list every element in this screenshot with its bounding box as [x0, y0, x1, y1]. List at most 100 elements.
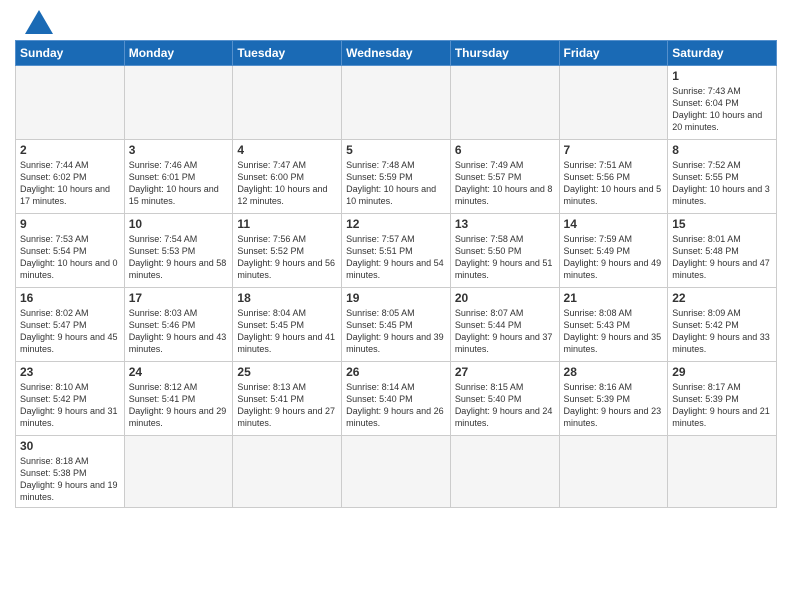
calendar-cell: [450, 66, 559, 140]
logo-area: [15, 10, 53, 34]
calendar-week-row: 30 Sunrise: 8:18 AM Sunset: 5:38 PM Dayli…: [16, 436, 777, 508]
day-number: 17: [129, 291, 229, 305]
calendar-cell: 5Sunrise: 7:48 AM Sunset: 5:59 PM Daylig…: [342, 140, 451, 214]
day-info: Sunrise: 8:14 AM Sunset: 5:40 PM Dayligh…: [346, 381, 446, 430]
calendar-cell: 8 Sunrise: 7:52 AM Sunset: 5:55 PM Daylig…: [668, 140, 777, 214]
day-info: Sunrise: 7:54 AM Sunset: 5:53 PM Dayligh…: [129, 233, 229, 282]
header-tuesday: Tuesday: [233, 41, 342, 66]
day-info: Sunrise: 7:58 AM Sunset: 5:50 PM Dayligh…: [455, 233, 555, 282]
day-number: 29: [672, 365, 772, 379]
day-number: 6: [455, 143, 555, 157]
header-sunday: Sunday: [16, 41, 125, 66]
calendar-cell: [342, 66, 451, 140]
day-number: 20: [455, 291, 555, 305]
calendar-cell: 13 Sunrise: 7:58 AM Sunset: 5:50 PM Dayli…: [450, 214, 559, 288]
day-number: 27: [455, 365, 555, 379]
calendar-cell: 14 Sunrise: 7:59 AM Sunset: 5:49 PM Dayli…: [559, 214, 668, 288]
calendar-header-row: SundayMondayTuesdayWednesdayThursdayFrid…: [16, 41, 777, 66]
day-number: 18: [237, 291, 337, 305]
day-number: 21: [564, 291, 664, 305]
day-number: 14: [564, 217, 664, 231]
day-number: 10: [129, 217, 229, 231]
calendar-cell: [124, 436, 233, 508]
day-info: Sunrise: 8:01 AM Sunset: 5:48 PM Dayligh…: [672, 233, 772, 282]
day-number: 22: [672, 291, 772, 305]
calendar-cell: 2Sunrise: 7:44 AM Sunset: 6:02 PM Daylig…: [16, 140, 125, 214]
calendar-cell: 30 Sunrise: 8:18 AM Sunset: 5:38 PM Dayli…: [16, 436, 125, 508]
calendar-cell: 16 Sunrise: 8:02 AM Sunset: 5:47 PM Dayli…: [16, 288, 125, 362]
calendar-cell: 26 Sunrise: 8:14 AM Sunset: 5:40 PM Dayli…: [342, 362, 451, 436]
day-info: Sunrise: 8:02 AM Sunset: 5:47 PM Dayligh…: [20, 307, 120, 356]
calendar-cell: 18 Sunrise: 8:04 AM Sunset: 5:45 PM Dayli…: [233, 288, 342, 362]
calendar-cell: 7Sunrise: 7:51 AM Sunset: 5:56 PM Daylig…: [559, 140, 668, 214]
day-number: 26: [346, 365, 446, 379]
logo: [15, 10, 53, 34]
calendar-cell: [124, 66, 233, 140]
day-info: Sunrise: 7:51 AM Sunset: 5:56 PM Dayligh…: [564, 159, 664, 208]
day-info: Sunrise: 7:47 AM Sunset: 6:00 PM Dayligh…: [237, 159, 337, 208]
calendar-week-row: 23Sunrise: 8:10 AM Sunset: 5:42 PM Dayli…: [16, 362, 777, 436]
day-info: Sunrise: 8:03 AM Sunset: 5:46 PM Dayligh…: [129, 307, 229, 356]
header-monday: Monday: [124, 41, 233, 66]
day-info: Sunrise: 7:57 AM Sunset: 5:51 PM Dayligh…: [346, 233, 446, 282]
calendar-cell: 10 Sunrise: 7:54 AM Sunset: 5:53 PM Dayli…: [124, 214, 233, 288]
day-number: 13: [455, 217, 555, 231]
calendar-cell: [668, 436, 777, 508]
calendar-cell: [559, 436, 668, 508]
calendar-cell: 17 Sunrise: 8:03 AM Sunset: 5:46 PM Dayli…: [124, 288, 233, 362]
day-info: Sunrise: 8:16 AM Sunset: 5:39 PM Dayligh…: [564, 381, 664, 430]
calendar-cell: 12 Sunrise: 7:57 AM Sunset: 5:51 PM Dayli…: [342, 214, 451, 288]
calendar-cell: 25 Sunrise: 8:13 AM Sunset: 5:41 PM Dayli…: [233, 362, 342, 436]
calendar-cell: 6Sunrise: 7:49 AM Sunset: 5:57 PM Daylig…: [450, 140, 559, 214]
day-number: 8: [672, 143, 772, 157]
day-info: Sunrise: 8:15 AM Sunset: 5:40 PM Dayligh…: [455, 381, 555, 430]
day-info: Sunrise: 7:43 AM Sunset: 6:04 PM Dayligh…: [672, 85, 772, 134]
day-info: Sunrise: 8:17 AM Sunset: 5:39 PM Dayligh…: [672, 381, 772, 430]
day-info: Sunrise: 7:56 AM Sunset: 5:52 PM Dayligh…: [237, 233, 337, 282]
calendar-cell: 19 Sunrise: 8:05 AM Sunset: 5:45 PM Dayli…: [342, 288, 451, 362]
day-number: 9: [20, 217, 120, 231]
calendar-week-row: 1Sunrise: 7:43 AM Sunset: 6:04 PM Daylig…: [16, 66, 777, 140]
day-info: Sunrise: 8:07 AM Sunset: 5:44 PM Dayligh…: [455, 307, 555, 356]
calendar-cell: [559, 66, 668, 140]
header-friday: Friday: [559, 41, 668, 66]
header: [15, 10, 777, 34]
day-number: 16: [20, 291, 120, 305]
day-number: 12: [346, 217, 446, 231]
day-info: Sunrise: 8:09 AM Sunset: 5:42 PM Dayligh…: [672, 307, 772, 356]
day-number: 25: [237, 365, 337, 379]
calendar-cell: [450, 436, 559, 508]
day-info: Sunrise: 8:08 AM Sunset: 5:43 PM Dayligh…: [564, 307, 664, 356]
calendar-cell: 15Sunrise: 8:01 AM Sunset: 5:48 PM Dayli…: [668, 214, 777, 288]
day-number: 30: [20, 439, 120, 453]
day-info: Sunrise: 7:44 AM Sunset: 6:02 PM Dayligh…: [20, 159, 120, 208]
day-info: Sunrise: 8:18 AM Sunset: 5:38 PM Dayligh…: [20, 455, 120, 504]
day-number: 19: [346, 291, 446, 305]
calendar-cell: [233, 436, 342, 508]
page: SundayMondayTuesdayWednesdayThursdayFrid…: [0, 0, 792, 612]
calendar-cell: 29 Sunrise: 8:17 AM Sunset: 5:39 PM Dayli…: [668, 362, 777, 436]
day-number: 3: [129, 143, 229, 157]
calendar-cell: 4 Sunrise: 7:47 AM Sunset: 6:00 PM Daylig…: [233, 140, 342, 214]
calendar-cell: [342, 436, 451, 508]
day-number: 4: [237, 143, 337, 157]
header-saturday: Saturday: [668, 41, 777, 66]
day-info: Sunrise: 7:59 AM Sunset: 5:49 PM Dayligh…: [564, 233, 664, 282]
day-number: 11: [237, 217, 337, 231]
day-info: Sunrise: 8:04 AM Sunset: 5:45 PM Dayligh…: [237, 307, 337, 356]
calendar-table: SundayMondayTuesdayWednesdayThursdayFrid…: [15, 40, 777, 508]
calendar-week-row: 9 Sunrise: 7:53 AM Sunset: 5:54 PM Daylig…: [16, 214, 777, 288]
calendar-cell: 21 Sunrise: 8:08 AM Sunset: 5:43 PM Dayli…: [559, 288, 668, 362]
day-info: Sunrise: 7:48 AM Sunset: 5:59 PM Dayligh…: [346, 159, 446, 208]
calendar-cell: 22 Sunrise: 8:09 AM Sunset: 5:42 PM Dayli…: [668, 288, 777, 362]
calendar-cell: 3Sunrise: 7:46 AM Sunset: 6:01 PM Daylig…: [124, 140, 233, 214]
day-info: Sunrise: 7:53 AM Sunset: 5:54 PM Dayligh…: [20, 233, 120, 282]
header-wednesday: Wednesday: [342, 41, 451, 66]
day-info: Sunrise: 8:10 AM Sunset: 5:42 PM Dayligh…: [20, 381, 120, 430]
day-info: Sunrise: 7:52 AM Sunset: 5:55 PM Dayligh…: [672, 159, 772, 208]
calendar-week-row: 16 Sunrise: 8:02 AM Sunset: 5:47 PM Dayli…: [16, 288, 777, 362]
day-info: Sunrise: 8:13 AM Sunset: 5:41 PM Dayligh…: [237, 381, 337, 430]
day-info: Sunrise: 8:12 AM Sunset: 5:41 PM Dayligh…: [129, 381, 229, 430]
calendar-cell: 9 Sunrise: 7:53 AM Sunset: 5:54 PM Daylig…: [16, 214, 125, 288]
day-info: Sunrise: 8:05 AM Sunset: 5:45 PM Dayligh…: [346, 307, 446, 356]
